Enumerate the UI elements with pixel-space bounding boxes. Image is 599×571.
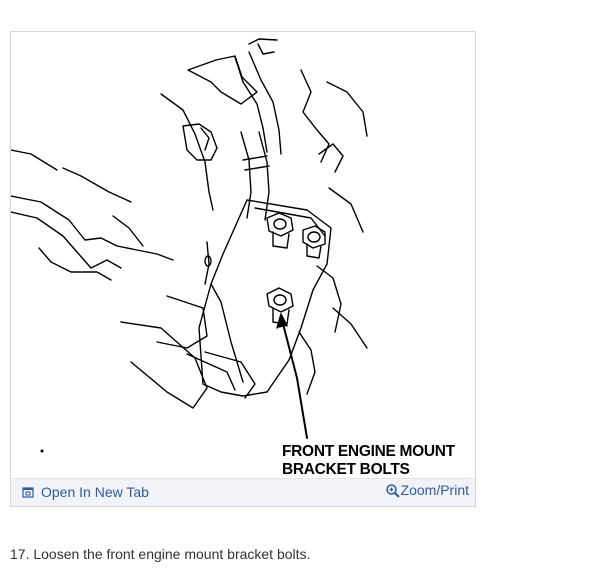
figure-card: FRONT ENGINE MOUNT BRACKET BOLTS Open In… — [10, 31, 476, 507]
step-caption: 17. Loosen the front engine mount bracke… — [10, 546, 311, 562]
figure-toolbar: Open In New Tab Zoom/Print — [11, 478, 475, 506]
external-window-icon — [22, 485, 36, 499]
magnifier-plus-icon — [385, 483, 400, 498]
open-in-new-tab-label: Open In New Tab — [41, 484, 149, 500]
engine-mount-diagram — [11, 38, 368, 453]
open-in-new-tab-link[interactable]: Open In New Tab — [22, 484, 149, 500]
callout-line-2: BRACKET BOLTS — [282, 461, 410, 478]
callout-line-1: FRONT ENGINE MOUNT — [282, 443, 455, 460]
zoom-print-label: Zoom/Print — [400, 482, 469, 498]
zoom-print-link[interactable]: Zoom/Print — [385, 482, 469, 498]
diagram-callout-label: FRONT ENGINE MOUNT BRACKET BOLTS — [282, 443, 455, 479]
